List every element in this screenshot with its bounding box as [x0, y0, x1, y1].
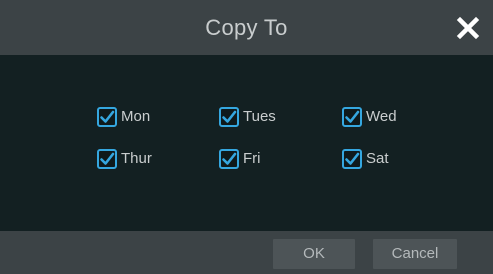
day-label-thur: Thur [121, 150, 152, 167]
copy-to-dialog: Copy To Mon Tues Wed Thur Fri Sat OK Can… [0, 0, 493, 274]
day-label-sat: Sat [366, 150, 389, 167]
day-label-wed: Wed [366, 108, 397, 125]
checkbox-fri[interactable]: Fri [219, 148, 261, 170]
checkbox-checked-icon[interactable] [342, 149, 362, 169]
checkbox-wed[interactable]: Wed [342, 106, 397, 128]
dialog-body: Mon Tues Wed Thur Fri Sat [0, 55, 493, 231]
checkbox-mon[interactable]: Mon [97, 106, 150, 128]
checkbox-tues[interactable]: Tues [219, 106, 276, 128]
dialog-titlebar: Copy To [0, 0, 493, 55]
cancel-button[interactable]: Cancel [373, 239, 457, 269]
checkbox-thur[interactable]: Thur [97, 148, 152, 170]
checkbox-checked-icon[interactable] [97, 107, 117, 127]
checkbox-checked-icon[interactable] [342, 107, 362, 127]
close-icon[interactable] [451, 11, 485, 45]
dialog-title: Copy To [205, 15, 288, 40]
checkbox-sat[interactable]: Sat [342, 148, 389, 170]
day-label-tues: Tues [243, 108, 276, 125]
checkbox-checked-icon[interactable] [97, 149, 117, 169]
day-label-fri: Fri [243, 150, 261, 167]
checkbox-checked-icon[interactable] [219, 107, 239, 127]
day-label-mon: Mon [121, 108, 151, 125]
ok-button[interactable]: OK [273, 239, 355, 269]
dialog-footer: OK Cancel [0, 231, 493, 274]
checkbox-checked-icon[interactable] [219, 149, 239, 169]
